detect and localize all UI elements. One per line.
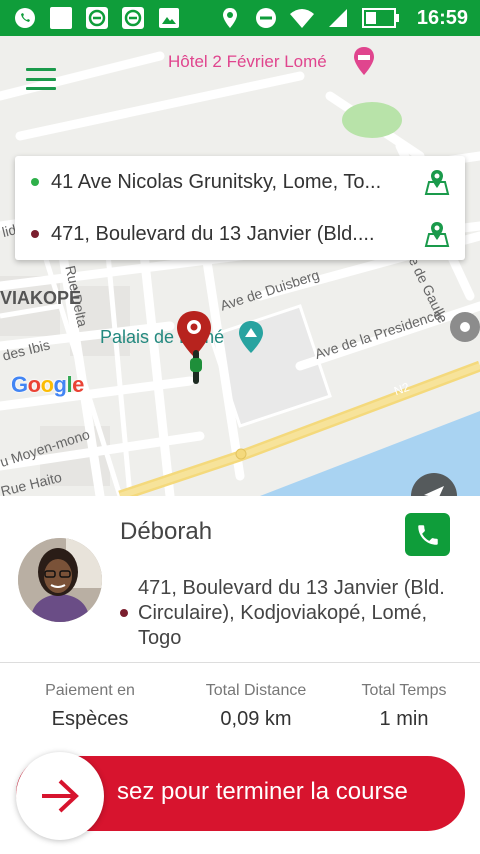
- route-card: 41 Ave Nicolas Grunitsky, Lome, To... 47…: [15, 156, 465, 260]
- app-icon: [120, 5, 146, 31]
- payment-value: Espèces: [51, 708, 129, 730]
- destination-dot: [120, 609, 128, 617]
- destination-dot: [31, 230, 39, 238]
- google-logo: Google: [11, 372, 84, 398]
- payment-stat: Paiement en Espèces: [30, 682, 150, 731]
- status-bar: 16:59: [0, 0, 480, 36]
- rider-name: Déborah: [120, 518, 213, 545]
- image-icon: [156, 5, 182, 31]
- hotel-label: Hôtel 2 Février Lomé: [168, 52, 327, 71]
- time-stat: Total Temps 1 min: [348, 682, 460, 731]
- map-pin-icon[interactable]: [423, 220, 451, 253]
- origin-address: 41 Ave Nicolas Grunitsky, Lome, To...: [51, 170, 382, 193]
- location-icon: [217, 5, 243, 31]
- time-label: Total Temps: [361, 682, 447, 699]
- wifi-icon: [289, 5, 315, 31]
- rider-destination: 471, Boulevard du 13 Janvier (Bld. Circu…: [138, 577, 445, 649]
- place-pin-icon: [238, 320, 264, 359]
- slider-label: sez pour terminer la course: [117, 778, 408, 805]
- google-logo-text: Google: [11, 372, 84, 397]
- hotel-pin-icon: [353, 46, 375, 81]
- battery-icon: [361, 5, 401, 31]
- slider-handle[interactable]: [16, 752, 104, 840]
- map-view[interactable]: Ave de Duisberg Ave de la Presidence Rue…: [0, 36, 480, 496]
- driver-bike-icon: [189, 350, 203, 389]
- divider: [0, 662, 480, 663]
- navigation-icon: [424, 486, 444, 496]
- map-pin-icon[interactable]: [423, 168, 451, 201]
- phone-icon: [417, 524, 438, 545]
- distance-label: Total Distance: [205, 682, 307, 699]
- time-value: 1 min: [379, 708, 429, 730]
- signal-icon: [325, 5, 351, 31]
- map-side-control[interactable]: [450, 312, 480, 342]
- call-button[interactable]: [405, 513, 450, 556]
- whatsapp-icon: [12, 5, 38, 31]
- distance-value: 0,09 km: [220, 708, 292, 730]
- origin-row[interactable]: 41 Ave Nicolas Grunitsky, Lome, To...: [15, 156, 465, 208]
- blank-notification-icon: [48, 5, 74, 31]
- origin-dot: [31, 178, 39, 186]
- destination-row[interactable]: 471, Boulevard du 13 Janvier (Bld....: [15, 208, 465, 260]
- arrow-right-icon: [42, 779, 79, 813]
- trip-details-sheet: Déborah 471, Boulevard du 13 Janvier (Bl…: [0, 496, 480, 854]
- district-label: VIAKOPÉ: [0, 288, 82, 308]
- avatar: [18, 538, 102, 622]
- distance-stat: Total Distance 0,09 km: [190, 682, 322, 731]
- app-icon: [84, 5, 110, 31]
- menu-icon[interactable]: [26, 68, 56, 90]
- do-not-disturb-icon: [253, 5, 279, 31]
- destination-address: 471, Boulevard du 13 Janvier (Bld....: [51, 222, 375, 245]
- clock: 16:59: [416, 6, 468, 29]
- payment-label: Paiement en: [45, 682, 135, 699]
